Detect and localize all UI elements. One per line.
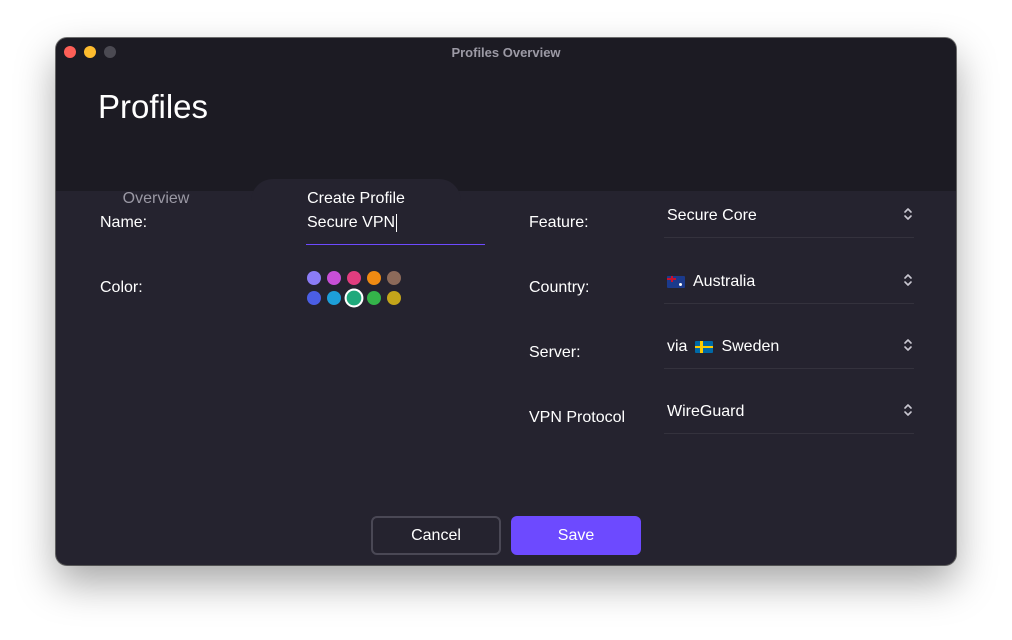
chevron-up-down-icon	[902, 206, 914, 222]
chevron-up-down-icon	[902, 402, 914, 418]
window-title: Profiles Overview	[451, 44, 561, 60]
color-swatch[interactable]	[367, 291, 381, 305]
server-label: Server:	[529, 344, 581, 361]
country-select[interactable]: Australia	[664, 260, 914, 304]
zoom-window-button	[104, 46, 116, 58]
window-controls	[64, 46, 116, 58]
chevron-up-down-icon	[902, 272, 914, 288]
australia-flag-icon	[667, 275, 685, 288]
close-window-button[interactable]	[64, 46, 76, 58]
name-field[interactable]: Secure VPN	[306, 211, 485, 245]
color-swatch[interactable]	[327, 291, 341, 305]
color-swatch[interactable]	[346, 290, 362, 306]
color-swatch[interactable]	[327, 271, 341, 285]
text-cursor	[396, 214, 398, 232]
chevron-up-down-icon	[902, 337, 914, 353]
color-label: Color:	[100, 279, 143, 296]
server-via-prefix: via	[667, 337, 688, 355]
feature-select[interactable]: Secure Core	[664, 194, 914, 238]
vpn-protocol-select-value: WireGuard	[667, 402, 745, 420]
feature-label: Feature:	[529, 214, 589, 231]
cancel-button[interactable]: Cancel	[371, 516, 501, 555]
name-field-value: Secure VPN	[307, 214, 396, 231]
page-title: Profiles	[98, 88, 209, 125]
name-label: Name:	[100, 214, 148, 231]
color-picker	[307, 271, 401, 306]
country-select-value: Australia	[693, 272, 756, 290]
color-swatch[interactable]	[307, 291, 321, 305]
server-select[interactable]: via Sweden	[664, 325, 914, 369]
server-select-value: Sweden	[721, 337, 780, 355]
vpn-protocol-label: VPN Protocol	[529, 409, 626, 426]
country-label: Country:	[529, 279, 590, 296]
color-swatch[interactable]	[387, 291, 401, 305]
color-swatch[interactable]	[367, 271, 381, 285]
vpn-protocol-select[interactable]: WireGuard	[664, 390, 914, 434]
color-swatch[interactable]	[307, 271, 321, 285]
feature-select-value: Secure Core	[667, 206, 757, 224]
create-profile-form: Name: Secure VPN Color: Feature: Secure …	[56, 191, 956, 565]
page-header: Profiles Overview Create Profile	[56, 66, 956, 219]
color-swatch[interactable]	[347, 271, 361, 285]
save-button[interactable]: Save	[511, 516, 641, 555]
color-swatch[interactable]	[387, 271, 401, 285]
sweden-flag-icon	[695, 340, 714, 353]
minimize-window-button[interactable]	[84, 46, 96, 58]
profiles-window: Profiles Overview Profiles Overview Crea…	[56, 38, 956, 565]
title-bar: Profiles Overview	[56, 38, 956, 66]
